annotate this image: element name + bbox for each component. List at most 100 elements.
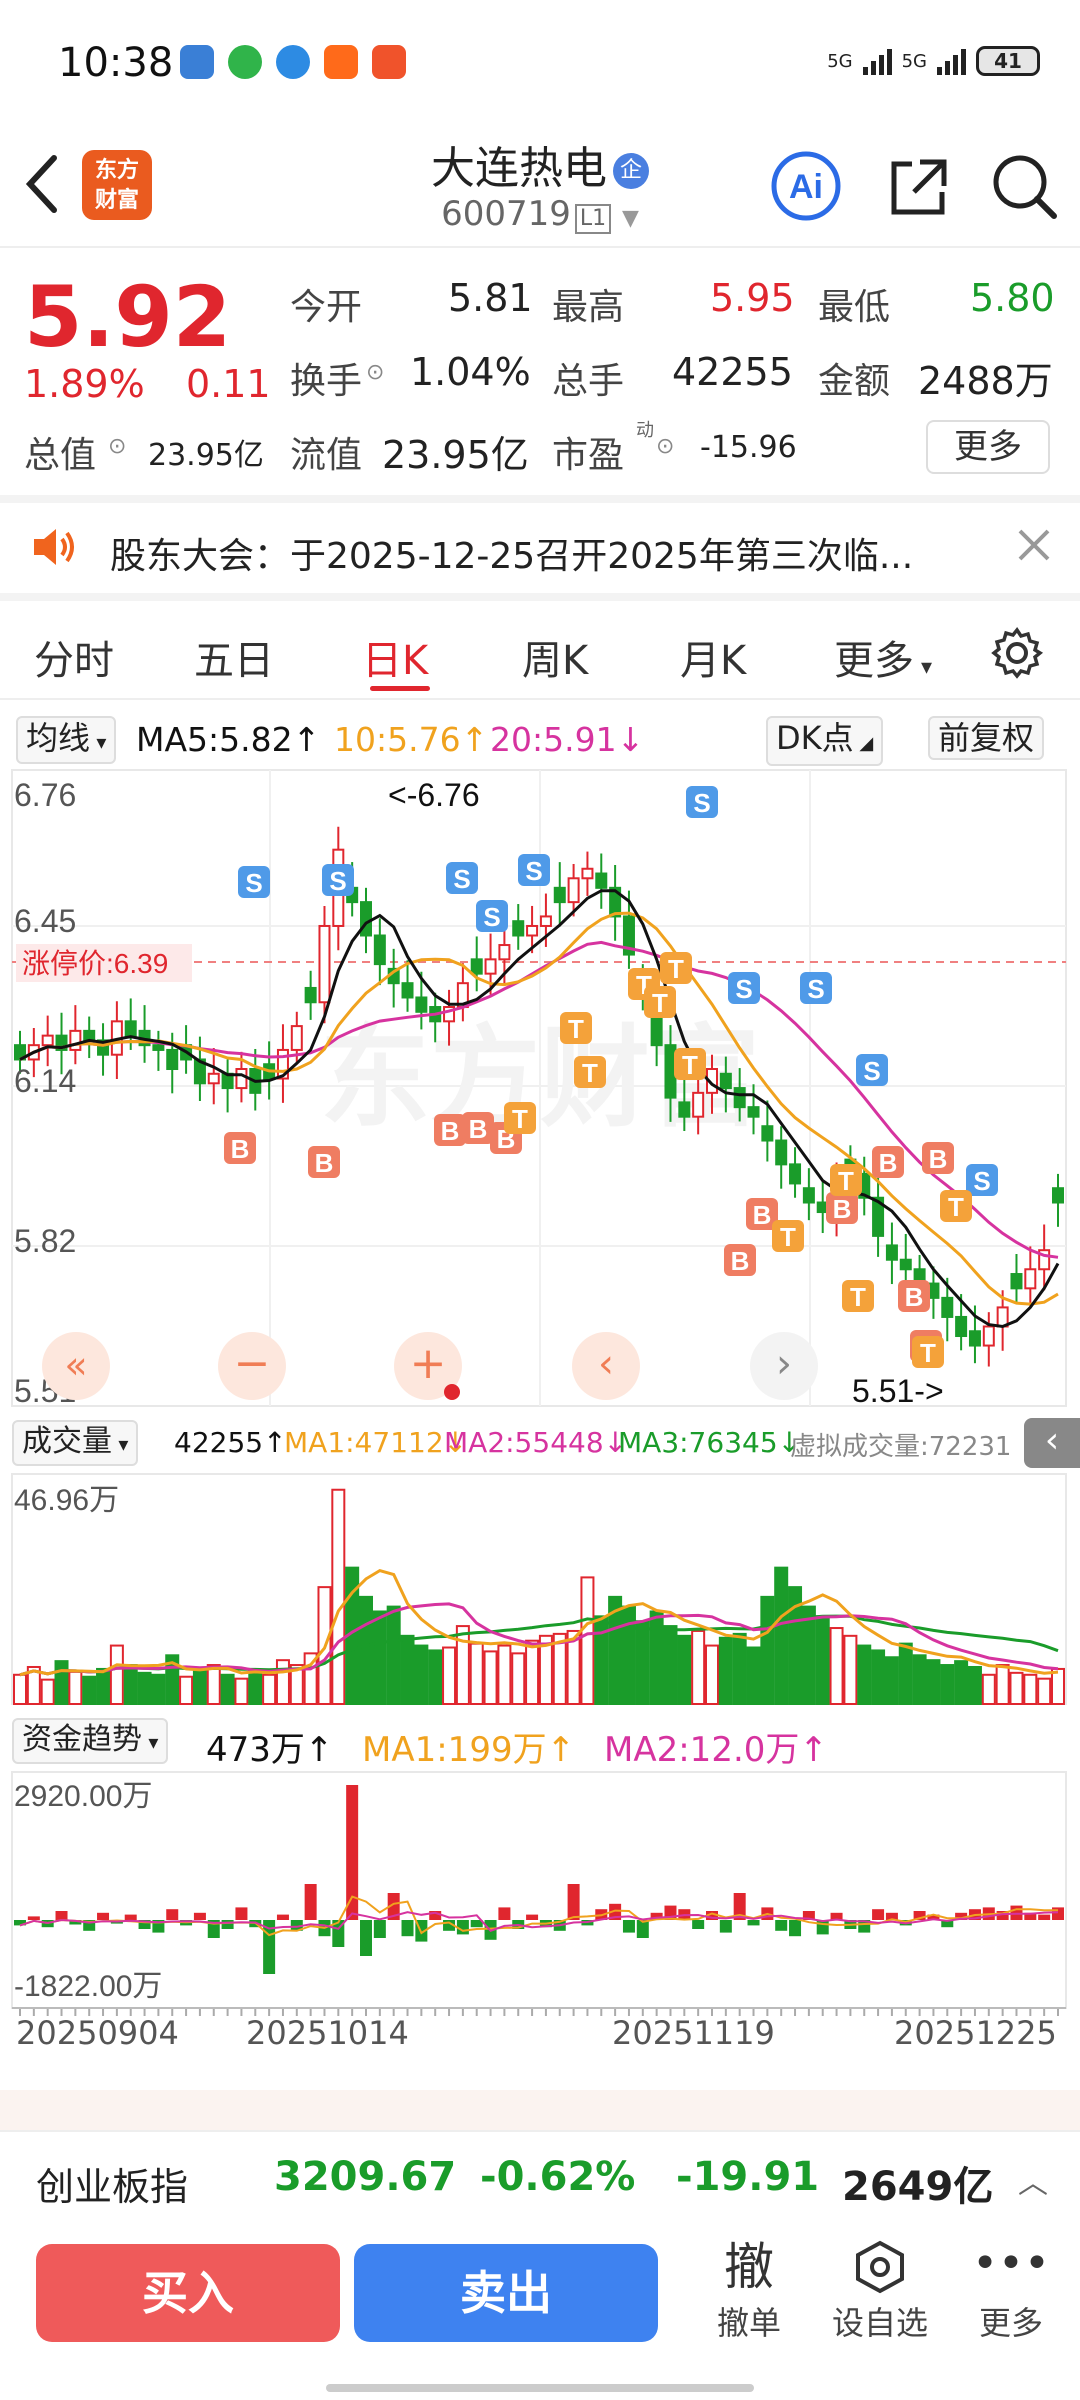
index-pct: -0.62% [480, 2154, 636, 2200]
fund-bar [1052, 1907, 1064, 1920]
fund-ma2-text: MA2:12.0万 [604, 1730, 800, 1770]
scroll-left-fast-button[interactable]: « [42, 1332, 110, 1400]
volume-bar [912, 1654, 927, 1706]
fund-selector[interactable]: 资金趋势 ▾ [12, 1718, 169, 1764]
volume-chart[interactable]: 46.96万 [0, 1470, 1080, 1708]
volume-bar [954, 1660, 969, 1705]
candle [789, 1163, 802, 1185]
volume-bar [82, 1675, 97, 1706]
limit-up-label: 涨停价:6.39 [22, 948, 168, 979]
dropdown-icon: ▼ [621, 206, 639, 231]
buy-marker-letter: B [905, 1282, 924, 1312]
indicator-selector-label: 均线 [26, 719, 91, 757]
volume-bar [1009, 1671, 1024, 1705]
share-icon[interactable] [882, 150, 954, 222]
info-icon[interactable]: ⊙ [656, 434, 674, 459]
price-tick: 6.76 [14, 777, 76, 813]
volume-bar [40, 1678, 55, 1706]
ma-legend: 均线 ▾ MA5:5.82↑ 10:5.76↑ 20:5.91↓ DK点 ◢ 前… [0, 708, 1080, 766]
dk-point-button[interactable]: DK点 ◢ [766, 716, 884, 766]
home-indicator [326, 2384, 754, 2392]
add-watchlist-button[interactable]: 设自选 [820, 2236, 940, 2344]
candle [678, 1101, 691, 1118]
t-marker-letter: T [780, 1222, 796, 1252]
fund-bar [124, 1914, 137, 1920]
stock-name-text: 大连热电 [431, 143, 607, 194]
fund-bar [719, 1920, 732, 1933]
tab-weekly-k[interactable]: 周K [522, 628, 588, 686]
zoom-out-button[interactable]: − [218, 1332, 286, 1400]
scroll-right-button[interactable]: › [750, 1332, 818, 1400]
volume-ma1-text: MA1:47112 [284, 1426, 444, 1459]
fund-bar [526, 1914, 539, 1920]
fund-bar [747, 1920, 760, 1926]
volume-bar [151, 1673, 166, 1705]
volume-selector[interactable]: 成交量 ▾ [12, 1420, 139, 1466]
indicator-selector[interactable]: 均线 ▾ [16, 716, 117, 764]
level-badge: L1 [574, 204, 612, 234]
volume-bar [884, 1656, 899, 1705]
chevron-up-icon[interactable]: ︿ [1018, 2158, 1048, 2202]
info-icon[interactable]: ⊙ [366, 360, 384, 385]
volume-ma3: MA3:76345↓ [618, 1426, 801, 1459]
close-icon[interactable] [1016, 527, 1052, 567]
fund-chart[interactable]: 2920.00万 -1822.00万 20250904 20251014 202… [0, 1768, 1080, 2052]
more-actions-button[interactable]: ••• 更多 [966, 2236, 1056, 2344]
candle [484, 958, 497, 975]
volume-bar [469, 1642, 484, 1705]
candle [664, 1044, 677, 1099]
candle [124, 1020, 137, 1037]
fund-ma1-text: MA1:199万 [362, 1730, 547, 1770]
index-ticker[interactable]: 创业板指 3209.67 -0.62% -19.91 2649亿 ︿ [0, 2130, 1080, 2224]
cancel-order-button[interactable]: 撤 撤单 [704, 2236, 794, 2344]
collapse-panel-button[interactable]: ‹ [1024, 1418, 1080, 1468]
tab-five-day[interactable]: 五日 [194, 628, 274, 686]
dropdown-icon: ▾ [112, 1432, 129, 1456]
volume-bar [871, 1649, 886, 1705]
stock-header: 东方 财富 大连热电企 600719 L1 ▼ Ai [0, 130, 1080, 248]
buy-button[interactable]: 买入 [36, 2244, 340, 2342]
candle [498, 944, 511, 961]
volume-legend: 成交量 ▾ 42255↑ MA1:47112↓ MA2:55448↓ MA3:7… [0, 1418, 1080, 1468]
tab-daily-k[interactable]: 日K [362, 628, 428, 686]
candle [373, 934, 386, 966]
tab-monthly-k[interactable]: 月K [680, 628, 746, 686]
tab-more-label: 更多 [834, 638, 914, 684]
date-tick: 20251119 [612, 2014, 775, 2052]
battery-icon: 41 [976, 46, 1040, 76]
wechat-icon [228, 45, 262, 79]
candle [802, 1187, 815, 1204]
candle [1024, 1268, 1037, 1290]
tab-more[interactable]: 更多 ▾ [834, 628, 932, 686]
more-quote-button[interactable]: 更多 [926, 420, 1050, 474]
settings-icon[interactable] [990, 626, 1044, 684]
search-icon[interactable] [988, 150, 1060, 222]
volume-bar [760, 1595, 775, 1705]
kline-canvas[interactable]: 东方财富 涨停价:6.39 SSSSSSSSSSBBBBBBBBBBBBTTTT… [0, 766, 1080, 1410]
notice-bar[interactable]: 股东大会：于2025-12-25召开2025年第三次临... [0, 505, 1080, 593]
kline-chart[interactable]: 东方财富 涨停价:6.39 SSSSSSSSSSBBBBBBBBBBBBTTTT… [0, 766, 1080, 1410]
volume-bar [525, 1639, 540, 1705]
volume-bar [511, 1652, 526, 1705]
fund-selector-label: 资金趋势 [22, 1722, 142, 1757]
dropdown-icon: ▾ [142, 1730, 159, 1754]
info-icon[interactable]: ⊙ [108, 434, 126, 459]
ai-button[interactable]: Ai [770, 150, 842, 222]
volume-canvas: 46.96万 [11, 1473, 1067, 1706]
candle [761, 1125, 774, 1142]
low-value: 5.80 [970, 276, 1055, 320]
adjust-button[interactable]: 前复权 [928, 716, 1045, 760]
sell-button[interactable]: 卖出 [354, 2244, 658, 2342]
tab-intraday[interactable]: 分时 [34, 628, 114, 686]
scroll-left-button[interactable]: ‹ [572, 1332, 640, 1400]
volume-top-tick: 46.96万 [14, 1484, 119, 1517]
clock: 10:38 [58, 40, 174, 86]
ma20-value: 20:5.91↓ [490, 720, 644, 759]
t-marker-letter: T [838, 1166, 854, 1196]
signal-bars-icon [862, 47, 892, 75]
volume-bar [179, 1675, 194, 1706]
low-label: 最低 [818, 287, 891, 328]
candle [553, 886, 566, 904]
more-dots-icon: ••• [972, 2238, 1050, 2289]
volume-bar [940, 1664, 955, 1705]
